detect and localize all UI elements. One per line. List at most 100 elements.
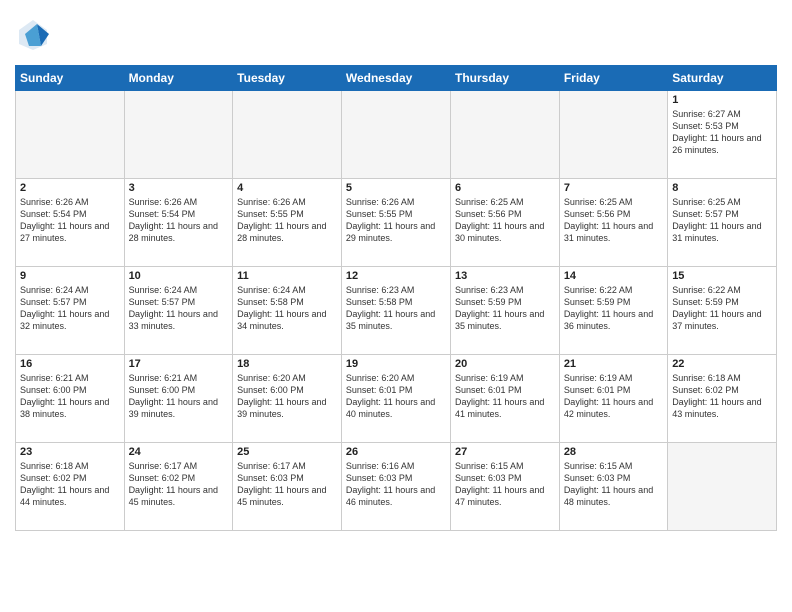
calendar-week-4: 16 Sunrise: 6:21 AM Sunset: 6:00 PM Dayli… [16, 355, 777, 443]
day-info: Sunrise: 6:25 AM Sunset: 5:57 PM Dayligh… [672, 196, 772, 245]
calendar-cell: 27 Sunrise: 6:15 AM Sunset: 6:03 PM Dayli… [450, 443, 559, 531]
day-info: Sunrise: 6:23 AM Sunset: 5:59 PM Dayligh… [455, 284, 555, 333]
calendar-cell: 8 Sunrise: 6:25 AM Sunset: 5:57 PM Daylig… [668, 179, 777, 267]
page-header [15, 10, 777, 57]
day-number: 13 [455, 270, 555, 282]
logo-icon [15, 16, 51, 57]
day-info: Sunrise: 6:20 AM Sunset: 6:00 PM Dayligh… [237, 372, 337, 421]
day-info: Sunrise: 6:24 AM Sunset: 5:58 PM Dayligh… [237, 284, 337, 333]
calendar-cell: 9 Sunrise: 6:24 AM Sunset: 5:57 PM Daylig… [16, 267, 125, 355]
calendar-week-2: 2 Sunrise: 6:26 AM Sunset: 5:54 PM Daylig… [16, 179, 777, 267]
calendar-week-1: 1 Sunrise: 6:27 AM Sunset: 5:53 PM Daylig… [16, 91, 777, 179]
calendar-cell: 4 Sunrise: 6:26 AM Sunset: 5:55 PM Daylig… [233, 179, 342, 267]
calendar-cell: 24 Sunrise: 6:17 AM Sunset: 6:02 PM Dayli… [124, 443, 233, 531]
weekday-header-sunday: Sunday [16, 66, 125, 91]
calendar-cell: 2 Sunrise: 6:26 AM Sunset: 5:54 PM Daylig… [16, 179, 125, 267]
day-info: Sunrise: 6:25 AM Sunset: 5:56 PM Dayligh… [564, 196, 663, 245]
day-info: Sunrise: 6:22 AM Sunset: 5:59 PM Dayligh… [672, 284, 772, 333]
calendar-cell: 28 Sunrise: 6:15 AM Sunset: 6:03 PM Dayli… [559, 443, 667, 531]
calendar-week-5: 23Sunrise: 6:18 AM Sunset: 6:02 PM Dayli… [16, 443, 777, 531]
calendar-cell [16, 91, 125, 179]
day-info: Sunrise: 6:27 AM Sunset: 5:53 PM Dayligh… [672, 108, 772, 157]
day-number: 26 [346, 446, 446, 458]
calendar-cell: 14 Sunrise: 6:22 AM Sunset: 5:59 PM Dayli… [559, 267, 667, 355]
day-info: Sunrise: 6:22 AM Sunset: 5:59 PM Dayligh… [564, 284, 663, 333]
day-number: 23 [20, 446, 120, 458]
day-number: 19 [346, 358, 446, 370]
day-number: 6 [455, 182, 555, 194]
day-number: 14 [564, 270, 663, 282]
weekday-header-friday: Friday [559, 66, 667, 91]
calendar-cell [450, 91, 559, 179]
day-info: Sunrise: 6:19 AM Sunset: 6:01 PM Dayligh… [455, 372, 555, 421]
weekday-header-saturday: Saturday [668, 66, 777, 91]
day-number: 25 [237, 446, 337, 458]
calendar-cell: 20 Sunrise: 6:19 AM Sunset: 6:01 PM Dayli… [450, 355, 559, 443]
calendar-cell [668, 443, 777, 531]
day-info: Sunrise: 6:18 AM Sunset: 6:02 PM Dayligh… [672, 372, 772, 421]
calendar-cell: 11Sunrise: 6:24 AM Sunset: 5:58 PM Dayli… [233, 267, 342, 355]
calendar-cell [341, 91, 450, 179]
calendar-cell: 26 Sunrise: 6:16 AM Sunset: 6:03 PM Dayli… [341, 443, 450, 531]
day-number: 5 [346, 182, 446, 194]
day-number: 7 [564, 182, 663, 194]
calendar-cell: 25 Sunrise: 6:17 AM Sunset: 6:03 PM Dayli… [233, 443, 342, 531]
calendar-cell: 16 Sunrise: 6:21 AM Sunset: 6:00 PM Dayli… [16, 355, 125, 443]
calendar-cell: 6 Sunrise: 6:25 AM Sunset: 5:56 PM Daylig… [450, 179, 559, 267]
calendar-cell: 22Sunrise: 6:18 AM Sunset: 6:02 PM Dayli… [668, 355, 777, 443]
calendar-cell: 19 Sunrise: 6:20 AM Sunset: 6:01 PM Dayli… [341, 355, 450, 443]
calendar-table: SundayMondayTuesdayWednesdayThursdayFrid… [15, 65, 777, 531]
day-info: Sunrise: 6:17 AM Sunset: 6:02 PM Dayligh… [129, 460, 229, 509]
day-number: 2 [20, 182, 120, 194]
day-number: 20 [455, 358, 555, 370]
calendar-cell [233, 91, 342, 179]
day-info: Sunrise: 6:26 AM Sunset: 5:54 PM Dayligh… [20, 196, 120, 245]
day-number: 17 [129, 358, 229, 370]
day-info: Sunrise: 6:16 AM Sunset: 6:03 PM Dayligh… [346, 460, 446, 509]
day-number: 28 [564, 446, 663, 458]
calendar-cell: 5Sunrise: 6:26 AM Sunset: 5:55 PM Daylig… [341, 179, 450, 267]
calendar-cell [124, 91, 233, 179]
weekday-header-thursday: Thursday [450, 66, 559, 91]
day-info: Sunrise: 6:24 AM Sunset: 5:57 PM Dayligh… [20, 284, 120, 333]
day-info: Sunrise: 6:23 AM Sunset: 5:58 PM Dayligh… [346, 284, 446, 333]
day-info: Sunrise: 6:21 AM Sunset: 6:00 PM Dayligh… [129, 372, 229, 421]
weekday-header-wednesday: Wednesday [341, 66, 450, 91]
day-number: 21 [564, 358, 663, 370]
day-info: Sunrise: 6:20 AM Sunset: 6:01 PM Dayligh… [346, 372, 446, 421]
calendar-cell: 15 Sunrise: 6:22 AM Sunset: 5:59 PM Dayli… [668, 267, 777, 355]
calendar-cell: 3 Sunrise: 6:26 AM Sunset: 5:54 PM Daylig… [124, 179, 233, 267]
day-info: Sunrise: 6:15 AM Sunset: 6:03 PM Dayligh… [564, 460, 663, 509]
day-number: 24 [129, 446, 229, 458]
day-info: Sunrise: 6:19 AM Sunset: 6:01 PM Dayligh… [564, 372, 663, 421]
day-number: 1 [672, 94, 772, 106]
day-info: Sunrise: 6:24 AM Sunset: 5:57 PM Dayligh… [129, 284, 229, 333]
day-number: 15 [672, 270, 772, 282]
calendar-cell [559, 91, 667, 179]
calendar-week-3: 9 Sunrise: 6:24 AM Sunset: 5:57 PM Daylig… [16, 267, 777, 355]
day-info: Sunrise: 6:21 AM Sunset: 6:00 PM Dayligh… [20, 372, 120, 421]
day-number: 8 [672, 182, 772, 194]
calendar-cell: 21 Sunrise: 6:19 AM Sunset: 6:01 PM Dayli… [559, 355, 667, 443]
calendar-cell: 18 Sunrise: 6:20 AM Sunset: 6:00 PM Dayli… [233, 355, 342, 443]
day-number: 18 [237, 358, 337, 370]
day-info: Sunrise: 6:26 AM Sunset: 5:54 PM Dayligh… [129, 196, 229, 245]
logo [15, 16, 55, 57]
day-number: 4 [237, 182, 337, 194]
day-number: 12 [346, 270, 446, 282]
calendar-cell: 17 Sunrise: 6:21 AM Sunset: 6:00 PM Dayli… [124, 355, 233, 443]
day-number: 9 [20, 270, 120, 282]
weekday-header-tuesday: Tuesday [233, 66, 342, 91]
day-info: Sunrise: 6:26 AM Sunset: 5:55 PM Dayligh… [237, 196, 337, 245]
day-info: Sunrise: 6:15 AM Sunset: 6:03 PM Dayligh… [455, 460, 555, 509]
day-number: 27 [455, 446, 555, 458]
calendar-header-row: SundayMondayTuesdayWednesdayThursdayFrid… [16, 66, 777, 91]
day-number: 16 [20, 358, 120, 370]
day-info: Sunrise: 6:25 AM Sunset: 5:56 PM Dayligh… [455, 196, 555, 245]
calendar-cell: 13 Sunrise: 6:23 AM Sunset: 5:59 PM Dayli… [450, 267, 559, 355]
day-number: 10 [129, 270, 229, 282]
calendar-cell: 12 Sunrise: 6:23 AM Sunset: 5:58 PM Dayli… [341, 267, 450, 355]
day-info: Sunrise: 6:17 AM Sunset: 6:03 PM Dayligh… [237, 460, 337, 509]
calendar-cell: 23Sunrise: 6:18 AM Sunset: 6:02 PM Dayli… [16, 443, 125, 531]
day-number: 3 [129, 182, 229, 194]
